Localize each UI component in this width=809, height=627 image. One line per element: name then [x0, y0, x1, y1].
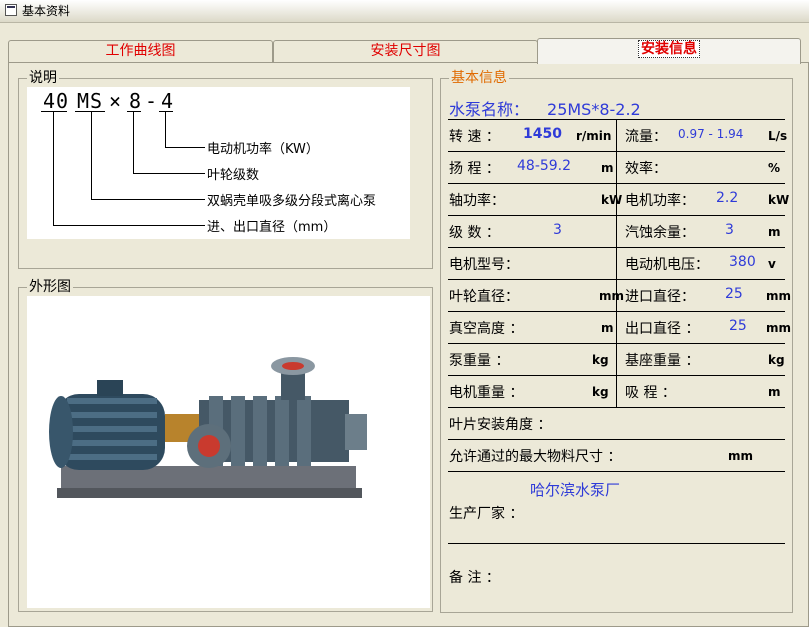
model-code-type: MS: [77, 89, 104, 113]
manufacturer-label: 生产厂家 ：: [449, 506, 524, 522]
label-pump-type: 双蜗壳单吸多级分段式离心泵: [207, 194, 377, 209]
base-weight-unit: kg: [768, 353, 785, 367]
underline-power: [159, 111, 173, 112]
leader-power-h: [165, 147, 205, 148]
tab-work-curve-label: 工作曲线图: [105, 43, 176, 59]
model-code-stages: 8: [129, 89, 143, 113]
stage-count-value: 3: [553, 222, 562, 238]
efficiency-unit: %: [768, 161, 781, 175]
flow-label: 流量：: [625, 129, 667, 145]
pump-weight-unit: kg: [592, 353, 609, 367]
base-weight-label: 基座重量 ：: [625, 353, 700, 369]
tab-work-curve[interactable]: 工作曲线图: [8, 40, 273, 62]
model-code-times: ×: [109, 89, 123, 113]
flow-value: 0.97 - 1.94: [678, 127, 744, 141]
suction-lift-label: 吸 程 ：: [625, 385, 676, 401]
motor-voltage-unit: v: [768, 257, 776, 271]
npsh-label: 汽蚀余量：: [625, 225, 695, 241]
grid-divider: [616, 119, 617, 407]
pump-name-value: 25MS*8-2.2: [547, 100, 641, 119]
tab-install-info-label: 安装信息: [638, 40, 700, 58]
speed-unit: r/min: [576, 129, 612, 143]
head-value: 48-59.2: [517, 158, 572, 174]
motor-model-label: 电机型号：: [449, 257, 519, 273]
outlet-diameter-unit: mm: [766, 321, 792, 335]
head-unit: m: [601, 161, 614, 175]
leader-type-h: [91, 199, 205, 200]
grid-line: [448, 471, 785, 472]
window-icon: [5, 4, 17, 16]
leader-power-v: [165, 111, 166, 147]
efficiency-label: 效率：: [625, 161, 667, 177]
motor-power-label: 电机功率：: [625, 193, 695, 209]
outlet-diameter-label: 出口直径 ：: [625, 321, 700, 337]
max-particle-size-unit: mm: [728, 449, 754, 463]
shaft-power-unit: kW: [601, 193, 623, 207]
title-bar: 基本资料: [0, 0, 809, 23]
leader-type-v: [91, 111, 92, 199]
leader-diameter-v: [53, 111, 54, 225]
leader-stages-v: [133, 111, 134, 173]
impeller-diameter-label: 叶轮直径：: [449, 289, 519, 305]
photo-legend: 外形图: [27, 279, 73, 295]
pump-photo: [27, 296, 430, 608]
vacuum-height-label: 真空高度 ：: [449, 321, 524, 337]
pump-name-label: 水泵名称：: [449, 100, 530, 119]
pump-name-row: 水泵名称： 25MS*8-2.2: [449, 96, 641, 120]
max-particle-size-label: 允许通过的最大物料尺寸 ：: [449, 449, 622, 465]
window-title: 基本资料: [22, 4, 71, 18]
shaft-power-label: 轴功率：: [449, 193, 505, 209]
underline-diameter: [41, 111, 67, 112]
multistage-pump-illustration: [49, 357, 367, 498]
inlet-diameter-value: 25: [725, 286, 743, 302]
motor-power-value: 2.2: [716, 190, 739, 206]
underline-type: [75, 111, 105, 112]
outlet-diameter-value: 25: [729, 318, 747, 334]
leader-diameter-h: [53, 225, 205, 226]
grid-line: [448, 407, 785, 408]
blade-angle-label: 叶片安装角度 ：: [449, 417, 552, 433]
label-impeller-stages: 叶轮级数: [207, 168, 260, 183]
label-port-diameter: 进、出口直径（mm）: [207, 220, 337, 235]
basic-info-legend: 基本信息: [449, 70, 509, 86]
remarks-label: 备 注 ：: [449, 570, 500, 586]
grid-line: [448, 543, 785, 544]
explain-legend: 说明: [27, 70, 59, 86]
motor-power-unit: kW: [768, 193, 790, 207]
model-explain-diagram: 40 MS × 8 - 4 电动机功率（KW） 叶轮级数 双蜗壳单吸多级分段式离…: [27, 87, 410, 239]
model-code-diameter: 40: [43, 89, 70, 113]
inlet-diameter-label: 进口直径：: [625, 289, 695, 305]
head-label: 扬 程 ：: [449, 161, 500, 177]
flow-unit: L/s: [768, 129, 788, 143]
motor-weight-label: 电机重量 ：: [449, 385, 524, 401]
vacuum-height-unit: m: [601, 321, 614, 335]
speed-label: 转 速 ：: [449, 129, 500, 145]
motor-voltage-label: 电动机电压：: [625, 257, 709, 273]
model-code-dash: -: [145, 89, 159, 113]
motor-voltage-value: 380: [729, 254, 756, 270]
label-motor-power: 电动机功率（KW）: [207, 142, 319, 157]
grid-line: [448, 439, 785, 440]
pump-weight-label: 泵重量 ：: [449, 353, 510, 369]
tab-install-dimensions-label: 安装尺寸图: [370, 43, 441, 59]
underline-stages: [127, 111, 141, 112]
stage-count-label: 级 数 ：: [449, 225, 500, 241]
model-code-power: 4: [161, 89, 175, 113]
suction-lift-unit: m: [768, 385, 781, 399]
tab-install-info[interactable]: 安装信息: [537, 38, 801, 64]
impeller-diameter-unit: mm: [599, 289, 625, 303]
manufacturer-value: 哈尔滨水泵厂: [530, 481, 621, 499]
npsh-value: 3: [725, 222, 734, 238]
motor-weight-unit: kg: [592, 385, 609, 399]
leader-stages-h: [133, 173, 205, 174]
tab-install-dimensions[interactable]: 安装尺寸图: [273, 40, 538, 62]
inlet-diameter-unit: mm: [766, 289, 792, 303]
npsh-unit: m: [768, 225, 781, 239]
speed-value: 1450: [523, 126, 562, 142]
